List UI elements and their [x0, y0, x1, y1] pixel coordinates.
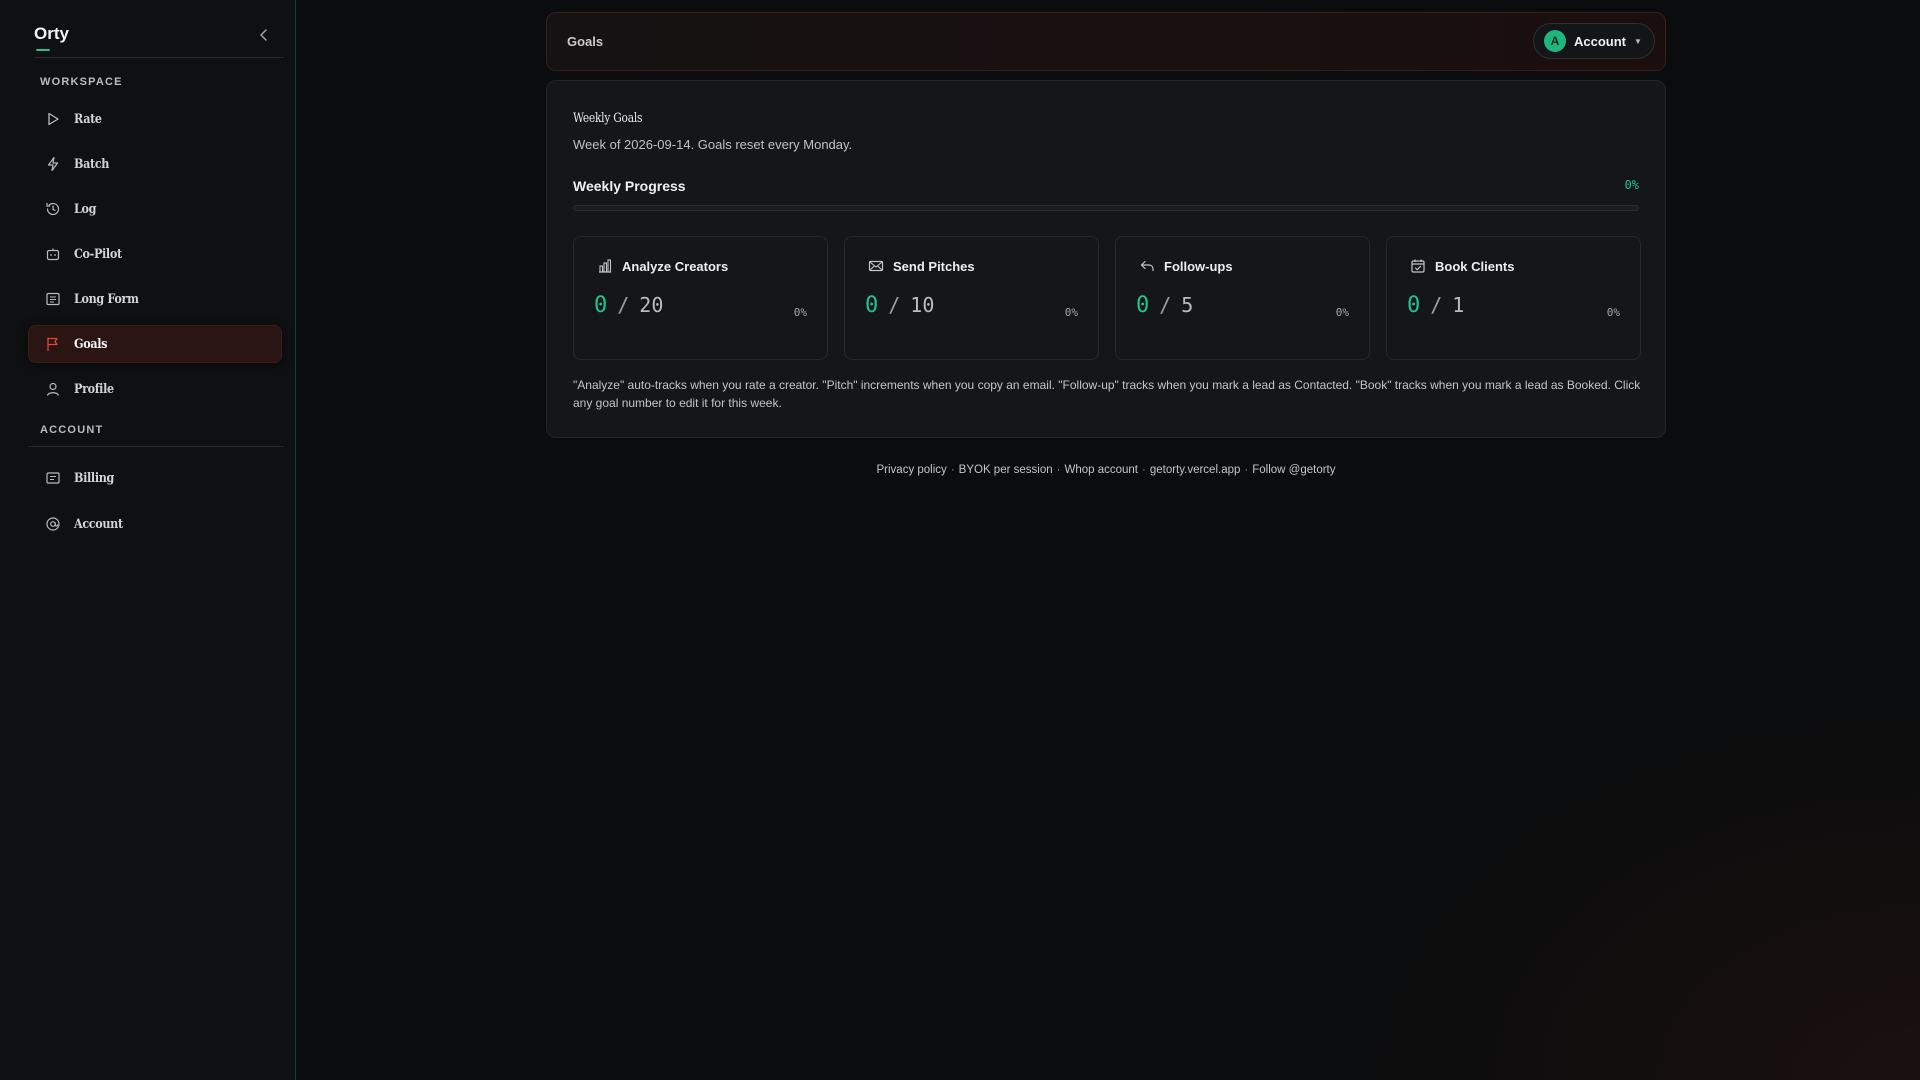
- brand-row: Orty: [34, 22, 284, 58]
- sidebar-item-label: Batch: [74, 156, 110, 172]
- sidebar-item-label: Goals: [74, 336, 108, 352]
- goal-target-value[interactable]: 1: [1452, 293, 1464, 317]
- goal-separator: /: [617, 293, 630, 317]
- goal-current-value[interactable]: 0: [1407, 293, 1420, 318]
- avatar: A: [1544, 30, 1566, 52]
- weekly-progress-label: Weekly Progress: [573, 178, 686, 194]
- footer-separator: ·: [1056, 464, 1061, 476]
- sidebar-item-label: Billing: [74, 470, 114, 486]
- sidebar-item-rate[interactable]: Rate: [28, 100, 282, 138]
- chevron-left-icon: [260, 29, 267, 41]
- sidebar-item-profile[interactable]: Profile: [28, 370, 282, 408]
- goal-separator: /: [888, 293, 901, 317]
- sidebar-item-billing[interactable]: Billing: [28, 459, 282, 497]
- footer-separator: ·: [1141, 464, 1146, 476]
- goal-card-send-pitches: Send Pitches 0 / 10 0%: [844, 236, 1099, 360]
- mail-icon: [867, 257, 885, 275]
- sidebar-item-label: Long Form: [74, 291, 139, 307]
- footer-link-byok[interactable]: BYOK per session: [959, 464, 1053, 476]
- weekly-progress-bar: [573, 205, 1639, 211]
- bot-icon: [44, 245, 62, 263]
- goal-separator: /: [1430, 293, 1443, 317]
- sidebar-item-account[interactable]: Account: [28, 505, 282, 543]
- chevron-down-icon: ▼: [1634, 36, 1642, 46]
- footer-separator: ·: [950, 464, 955, 476]
- sidebar-item-co-pilot[interactable]: Co-Pilot: [28, 235, 282, 273]
- sidebar-item-label: Account: [74, 516, 123, 532]
- goal-card-book-clients: Book Clients 0 / 1 0%: [1386, 236, 1641, 360]
- goal-card-follow-ups: Follow-ups 0 / 5 0%: [1115, 236, 1370, 360]
- brand-logo[interactable]: Orty: [34, 24, 69, 44]
- card-title: Weekly Goals: [573, 111, 643, 126]
- weekly-progress-percent: 0%: [1624, 178, 1639, 192]
- goal-target-value[interactable]: 10: [910, 293, 934, 317]
- footer-link-website[interactable]: getorty.vercel.app: [1150, 464, 1241, 476]
- section-label-account: ACCOUNT: [40, 424, 104, 436]
- goal-current-value[interactable]: 0: [1136, 293, 1149, 318]
- goal-name: Follow-ups: [1164, 258, 1233, 274]
- document-icon: [44, 290, 62, 308]
- sidebar-item-label: Co-Pilot: [74, 246, 122, 262]
- calendar-check-icon: [1409, 257, 1427, 275]
- goal-name: Book Clients: [1435, 258, 1515, 274]
- goal-current-value[interactable]: 0: [594, 293, 607, 318]
- reply-icon: [1138, 257, 1156, 275]
- footer-link-privacy-policy[interactable]: Privacy policy: [877, 464, 947, 476]
- goal-target-value[interactable]: 20: [639, 293, 663, 317]
- footer: Privacy policy · BYOK per session · Whop acc…: [546, 464, 1666, 476]
- weekly-goals-card: Weekly Goals Week of 2026-09-14. Goals r…: [546, 80, 1666, 438]
- footer-link-follow[interactable]: Follow @getorty: [1252, 464, 1335, 476]
- billing-icon: [44, 469, 62, 487]
- footer-separator: ·: [1244, 464, 1249, 476]
- sidebar-item-long-form[interactable]: Long Form: [28, 280, 282, 318]
- bar-chart-icon: [596, 257, 614, 275]
- collapse-sidebar-button[interactable]: [254, 25, 274, 45]
- play-icon: [44, 110, 62, 128]
- sidebar-item-label: Rate: [74, 111, 102, 127]
- at-sign-icon: [44, 515, 62, 533]
- lightning-icon: [44, 155, 62, 173]
- goal-percent: 0%: [1606, 306, 1620, 319]
- footer-link-whop-account[interactable]: Whop account: [1064, 464, 1138, 476]
- goal-current-value[interactable]: 0: [865, 293, 878, 318]
- goal-card-analyze-creators: Analyze Creators 0 / 20 0%: [573, 236, 828, 360]
- goal-target-value[interactable]: 5: [1181, 293, 1193, 317]
- sidebar-item-label: Log: [74, 201, 97, 217]
- goal-percent: 0%: [1335, 306, 1349, 319]
- sidebar: Orty WORKSPACE Rate Batch Log Co-Pilot L…: [0, 0, 296, 1080]
- brand-underline: [36, 49, 50, 51]
- section-label-workspace: WORKSPACE: [40, 76, 123, 88]
- goal-percent: 0%: [1064, 306, 1078, 319]
- top-bar: Goals A Account ▼: [546, 12, 1666, 71]
- goal-percent: 0%: [793, 306, 807, 319]
- goal-name: Analyze Creators: [622, 258, 729, 274]
- flag-icon: [44, 335, 62, 353]
- tracking-explanation-note: "Analyze" auto-tracks when you rate a cr…: [573, 378, 1641, 410]
- sidebar-item-goals[interactable]: Goals: [28, 325, 282, 363]
- user-icon: [44, 380, 62, 398]
- sidebar-item-batch[interactable]: Batch: [28, 145, 282, 183]
- section-divider: [28, 446, 284, 447]
- sidebar-item-label: Profile: [74, 381, 114, 397]
- account-menu-label: Account: [1574, 33, 1626, 49]
- sidebar-item-log[interactable]: Log: [28, 190, 282, 228]
- page-title: Goals: [567, 34, 604, 49]
- goal-name: Send Pitches: [893, 258, 975, 274]
- card-subtitle: Week of 2026-09-14. Goals reset every Mo…: [573, 137, 853, 152]
- goal-separator: /: [1159, 293, 1172, 317]
- history-icon: [44, 200, 62, 218]
- account-menu-button[interactable]: A Account ▼: [1533, 23, 1655, 59]
